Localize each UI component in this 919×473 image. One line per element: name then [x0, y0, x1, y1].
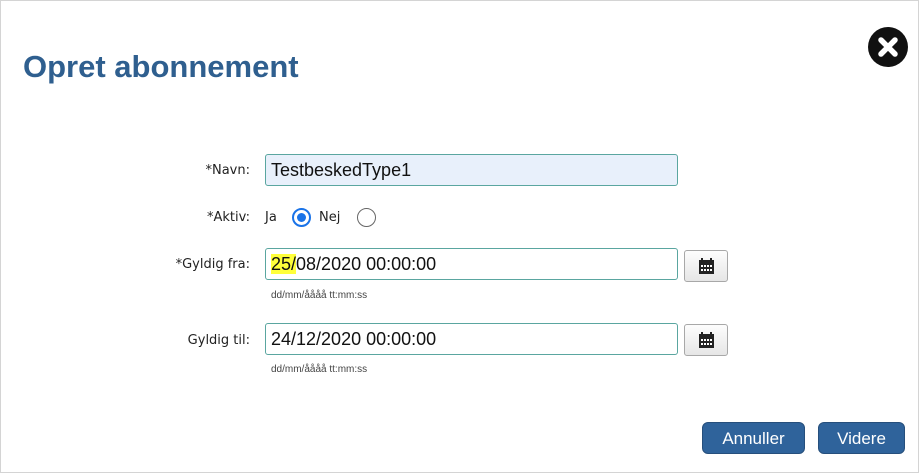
cancel-button[interactable]: Annuller — [702, 422, 805, 454]
gyldig-fra-label: *Gyldig fra: — [175, 257, 250, 272]
subscription-dialog: Opret abonnement *Navn: *Aktiv: Ja Nej *… — [0, 0, 919, 473]
radio-ja-label: Ja — [265, 210, 277, 225]
next-button[interactable]: Videre — [818, 422, 905, 454]
calendar-icon — [699, 258, 714, 274]
gyldig-til-label: Gyldig til: — [187, 333, 250, 348]
dialog-title: Opret abonnement — [23, 49, 299, 84]
gyldig-fra-selected-text: 25/ — [271, 254, 297, 274]
gyldig-fra-calendar-button[interactable] — [684, 250, 728, 282]
aktiv-label: *Aktiv: — [207, 210, 250, 225]
radio-nej[interactable] — [357, 208, 376, 227]
close-button[interactable] — [868, 27, 908, 67]
gyldig-til-calendar-button[interactable] — [684, 324, 728, 356]
gyldig-fra-format-hint: dd/mm/åååå tt:mm:ss — [271, 290, 368, 301]
navn-input[interactable] — [265, 154, 678, 186]
gyldig-til-format-hint: dd/mm/åååå tt:mm:ss — [271, 364, 368, 375]
radio-ja[interactable] — [292, 208, 311, 227]
calendar-icon — [699, 332, 714, 348]
close-icon — [878, 37, 898, 57]
radio-nej-label: Nej — [319, 210, 341, 225]
gyldig-til-input[interactable] — [265, 323, 678, 355]
navn-label: *Navn: — [205, 163, 250, 178]
gyldig-fra-input[interactable]: 25/08/2020 00:00:00 — [265, 248, 678, 280]
gyldig-fra-rest-text: 08/2020 00:00:00 — [296, 254, 437, 274]
